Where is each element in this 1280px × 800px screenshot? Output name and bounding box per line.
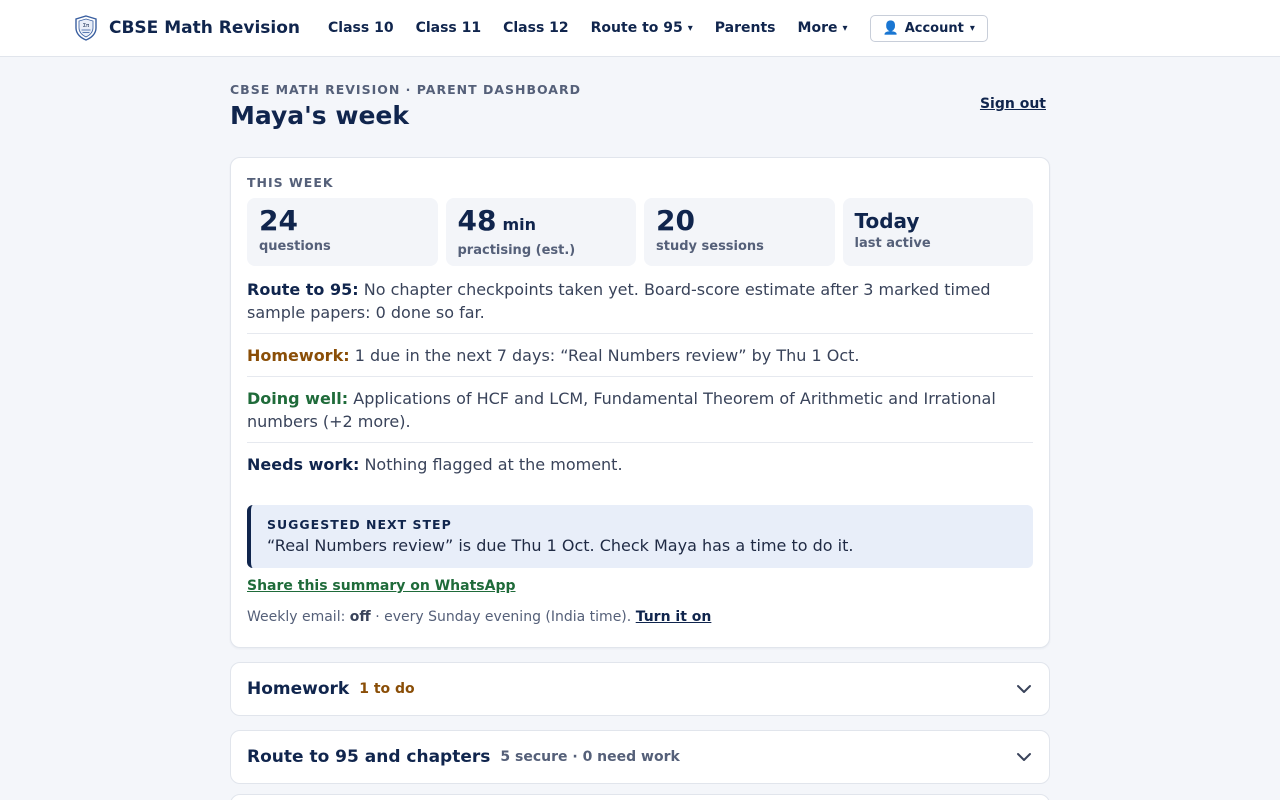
row-text: No chapter checkpoints taken yet. Board-…: [247, 280, 991, 322]
user-icon: 👤: [882, 20, 899, 36]
share-whatsapp-link[interactable]: Share this summary on WhatsApp: [247, 578, 515, 594]
stat-number: 20: [656, 204, 695, 237]
email-state: off: [349, 609, 371, 625]
suggest-text: “Real Numbers review” is due Thu 1 Oct. …: [267, 536, 854, 555]
stat-number: 48: [457, 204, 497, 237]
stat-value: 24: [259, 205, 426, 237]
chevron-down-icon: [1017, 753, 1031, 761]
nav-item-route-to-95[interactable]: Route to 95 ▾: [591, 20, 693, 36]
svg-text:Σπ: Σπ: [83, 23, 89, 29]
brand[interactable]: Σπ CBSE Math Revision: [74, 15, 300, 41]
accordion-homework[interactable]: Homework 1 to do: [230, 662, 1050, 716]
chevron-down-icon: [1017, 685, 1031, 693]
stat-sessions: 20 study sessions: [644, 198, 835, 266]
row-key: Homework:: [247, 346, 350, 365]
nav-item-label: More: [797, 20, 838, 36]
nav-item-label: Parents: [714, 20, 776, 36]
stat-last-active: Today last active: [842, 198, 1033, 266]
row-key: Doing well:: [247, 389, 349, 408]
row-text: Applications of HCF and LCM, Fundamental…: [247, 389, 996, 431]
stat-value: Today: [855, 203, 1022, 239]
page-header: CBSE MATH REVISION · PARENT DASHBOARD Ma…: [230, 57, 1050, 157]
nav-item-class-10[interactable]: Class 10: [328, 20, 394, 36]
chevron-down-icon: ▾: [842, 22, 848, 34]
stat-label: questions: [259, 239, 331, 254]
weekly-email-status: Weekly email: off · every Sunday evening…: [247, 609, 1033, 625]
accordion-badge: 5 secure · 0 need work: [500, 749, 680, 765]
email-suffix: · every Sunday evening (India time).: [375, 609, 632, 625]
brand-name: CBSE Math Revision: [109, 18, 301, 38]
accordion-title: Homework: [247, 679, 350, 699]
account-label: Account: [904, 20, 964, 36]
main-nav: Class 10 Class 11 Class 12 Route to 95 ▾ …: [328, 14, 988, 42]
stat-practising: 48 min practising (est.): [445, 198, 636, 266]
nav-item-class-11[interactable]: Class 11: [416, 20, 482, 36]
page-eyebrow: CBSE MATH REVISION · PARENT DASHBOARD: [230, 82, 581, 97]
accordion-title: Route to 95 and chapters: [247, 747, 491, 767]
accordion-badge: 1 to do: [359, 681, 415, 697]
account-button[interactable]: 👤 Account ▾: [869, 14, 988, 42]
shield-crest-icon: Σπ: [75, 15, 97, 41]
section-label-this-week: THIS WEEK: [247, 175, 334, 190]
stat-value: 20: [656, 205, 823, 237]
summary-row-needs-work: Needs work: Nothing flagged at the momen…: [247, 443, 1033, 485]
summary-row-doing-well: Doing well: Applications of HCF and LCM,…: [247, 377, 1033, 443]
chevron-down-icon: ▾: [969, 22, 975, 34]
accordion-route-chapters[interactable]: Route to 95 and chapters 5 secure · 0 ne…: [230, 730, 1050, 784]
stat-value: 48 min: [458, 205, 625, 241]
nav-item-class-12[interactable]: Class 12: [503, 20, 569, 36]
row-text: Nothing flagged at the moment.: [364, 455, 623, 474]
nav-item-parents[interactable]: Parents: [715, 20, 776, 36]
summary-row-homework: Homework: 1 due in the next 7 days: “Rea…: [247, 334, 1033, 377]
summary-row-route: Route to 95: No chapter checkpoints take…: [247, 266, 1033, 334]
row-text: 1 due in the next 7 days: “Real Numbers …: [354, 346, 860, 365]
page-title: Maya's week: [230, 101, 410, 130]
nav-item-label: Class 11: [415, 20, 482, 36]
stat-number: 24: [259, 204, 298, 237]
accordion-next[interactable]: [230, 794, 1050, 800]
main-content: CBSE MATH REVISION · PARENT DASHBOARD Ma…: [230, 57, 1050, 800]
nav-item-label: Class 12: [503, 20, 569, 36]
stat-label: study sessions: [656, 239, 764, 254]
nav-item-label: Route to 95: [590, 20, 683, 36]
nav-item-more[interactable]: More ▾: [798, 20, 848, 36]
stat-label: last active: [854, 236, 931, 251]
email-prefix: Weekly email:: [247, 609, 346, 625]
suggest-label: SUGGESTED NEXT STEP: [267, 517, 452, 532]
stats-grid: 24 questions 48 min practising (est.) 20 …: [247, 198, 1033, 266]
chevron-down-icon: ▾: [687, 22, 693, 34]
weekly-summary-card: THIS WEEK 24 questions 48 min practising …: [230, 157, 1050, 648]
stat-questions: 24 questions: [247, 198, 438, 266]
stat-number: Today: [854, 209, 920, 233]
nav-item-label: Class 10: [328, 20, 394, 36]
row-key: Needs work:: [247, 455, 360, 474]
top-nav-bar: Σπ CBSE Math Revision Class 10 Class 11 …: [0, 0, 1280, 57]
turn-on-email-link[interactable]: Turn it on: [636, 609, 712, 625]
suggested-next-step: SUGGESTED NEXT STEP “Real Numbers review…: [247, 505, 1033, 568]
stat-unit: min: [502, 215, 537, 234]
sign-out-link[interactable]: Sign out: [980, 96, 1046, 112]
row-key: Route to 95:: [247, 280, 359, 299]
stat-label: practising (est.): [457, 243, 576, 258]
